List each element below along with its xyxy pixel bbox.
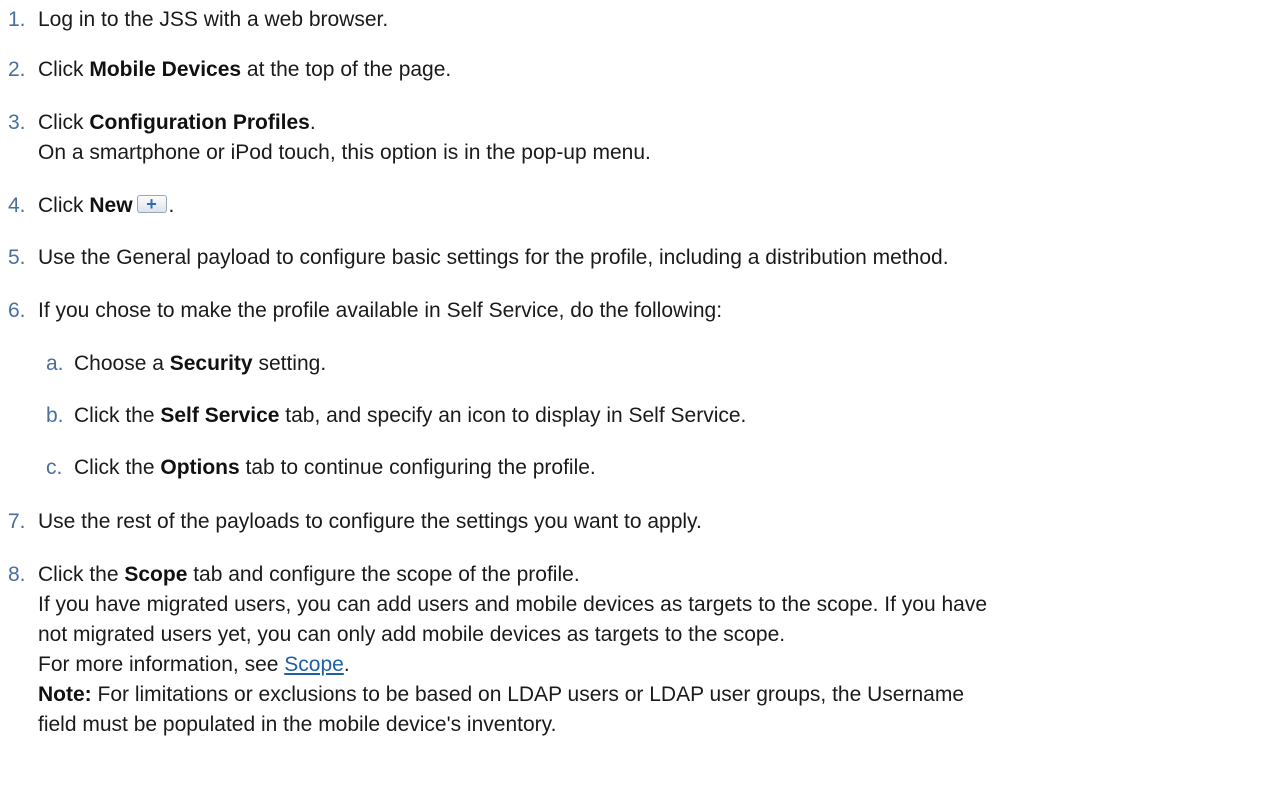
step-text: . (309, 111, 316, 134)
step-7: 7. Use the rest of the payloads to config… (0, 506, 702, 538)
new-plus-button-icon: + (136, 194, 167, 215)
note-label: Note: (38, 683, 92, 706)
step-3-note: On a smartphone or iPod touch, this opti… (38, 141, 651, 164)
step-8-note-line-2: field must be populated in the mobile de… (38, 713, 557, 736)
step-8-line-3: not migrated users yet, you can only add… (38, 623, 786, 646)
ui-term-scope: Scope (124, 563, 188, 586)
step-3: 3. Click Configuration Profiles. (0, 107, 316, 139)
step-text: Click (38, 58, 90, 81)
step-6b: b. Click the Self Service tab, and specif… (46, 400, 746, 432)
step-number: 2. (8, 58, 26, 81)
step-8-line-2: If you have migrated users, you can add … (38, 593, 988, 616)
more-info-text: . (343, 653, 350, 676)
step-number: 3. (8, 111, 26, 134)
plus-icon: + (146, 194, 157, 215)
step-8: 8. Click the Scope tab and configure the … (0, 559, 580, 591)
step-text: tab to continue configuring the profile. (239, 456, 596, 479)
step-4: 4. Click New +. (0, 190, 174, 222)
substep-letter: c. (46, 456, 63, 479)
ui-term-options: Options (160, 456, 240, 479)
step-6a: a. Choose a Security setting. (46, 348, 326, 380)
step-text: Click the (74, 404, 161, 427)
substep-letter: a. (46, 352, 64, 375)
ui-term-mobile-devices: Mobile Devices (89, 58, 242, 81)
step-text: Click the (38, 563, 125, 586)
ui-term-self-service: Self Service (160, 404, 280, 427)
step-text: Click (38, 194, 90, 217)
step-text: . (168, 194, 175, 217)
step-number: 4. (8, 194, 26, 217)
step-text: Click the (74, 456, 161, 479)
step-text: setting. (252, 352, 327, 375)
ui-term-new: New (89, 194, 133, 217)
step-text: at the top of the page. (241, 58, 452, 81)
step-number: 7. (8, 510, 26, 533)
substep-letter: b. (46, 404, 64, 427)
step-text: Use the General payload to configure bas… (38, 246, 949, 269)
ui-term-configuration-profiles: Configuration Profiles (89, 111, 310, 134)
scope-link[interactable]: Scope (284, 653, 344, 676)
step-8-more-info: For more information, see Scope. (38, 649, 350, 681)
step-text: Choose a (74, 352, 170, 375)
step-8-note: Note: For limitations or exclusions to b… (38, 679, 964, 711)
step-text: tab and configure the scope of the profi… (187, 563, 580, 586)
step-text: tab, and specify an icon to display in S… (279, 404, 747, 427)
step-5: 5. Use the General payload to configure b… (0, 242, 949, 274)
step-number: 5. (8, 246, 26, 269)
note-text: For limitations or exclusions to be base… (91, 683, 965, 706)
step-number: 1. (8, 8, 26, 31)
step-2: 2. Click Mobile Devices at the top of the… (0, 54, 451, 86)
document-body: 1. Log in to the JSS with a web browser. … (0, 0, 1270, 799)
step-6c: c. Click the Options tab to continue conf… (46, 452, 596, 484)
step-number: 6. (8, 299, 26, 322)
more-info-text: For more information, see (38, 653, 285, 676)
step-1: 1. Log in to the JSS with a web browser. (0, 4, 388, 36)
step-number: 8. (8, 563, 26, 586)
step-text: Click (38, 111, 90, 134)
step-text: If you chose to make the profile availab… (38, 299, 723, 322)
step-text: Use the rest of the payloads to configur… (38, 510, 702, 533)
step-text: Log in to the JSS with a web browser. (38, 8, 389, 31)
ui-term-security: Security (169, 352, 253, 375)
step-6: 6. If you chose to make the profile avail… (0, 295, 722, 327)
